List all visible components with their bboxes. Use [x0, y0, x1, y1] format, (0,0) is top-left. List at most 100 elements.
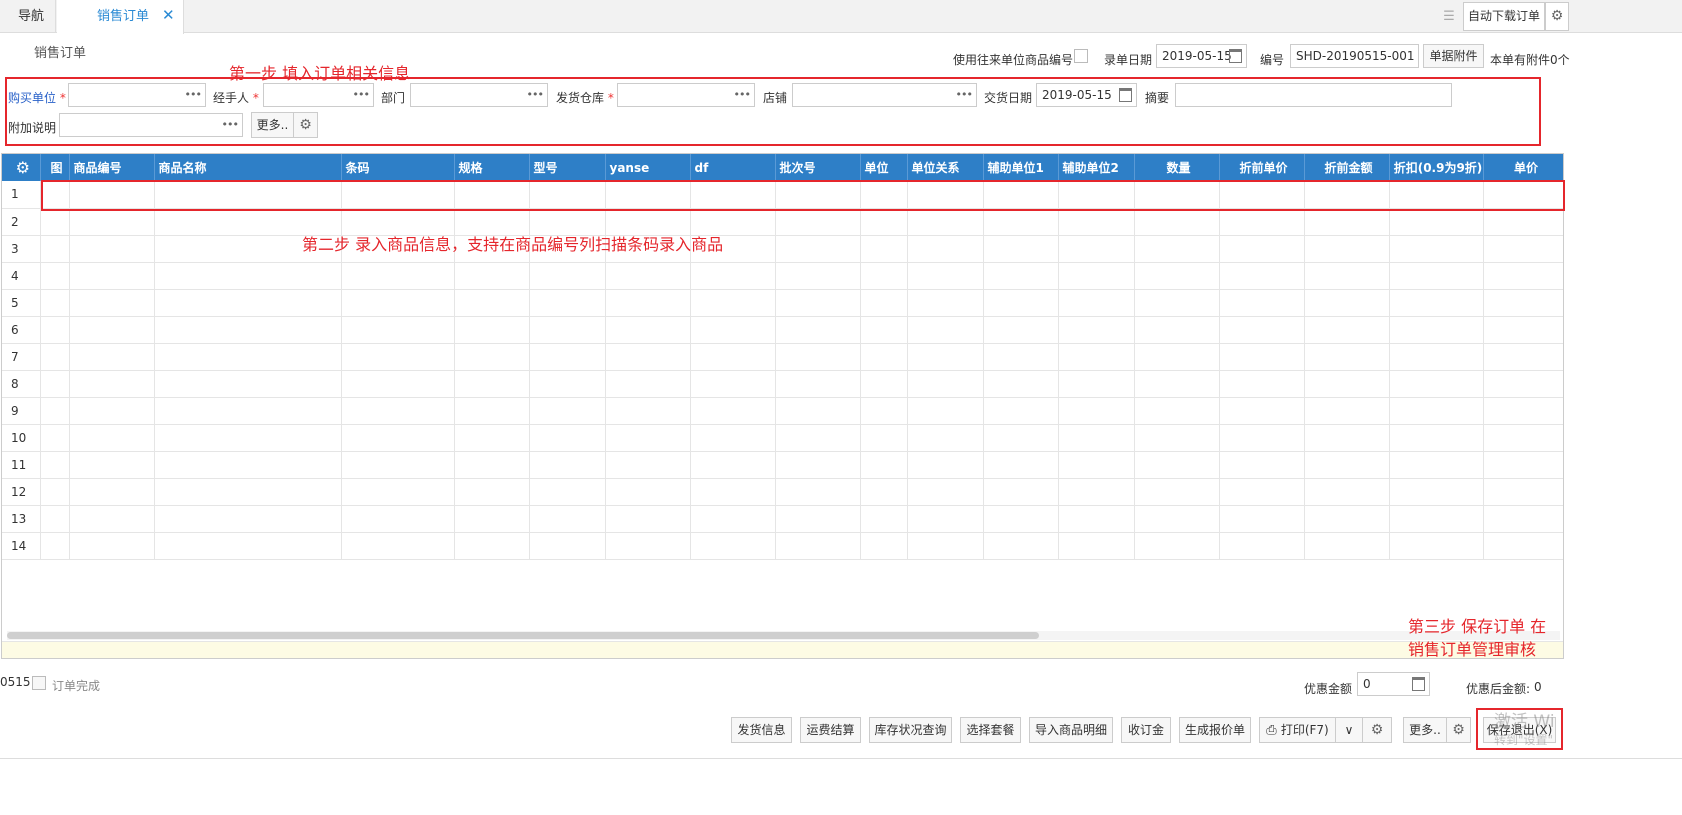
column-header[interactable]: 折前金额 — [1304, 154, 1390, 181]
buyer-input[interactable]: ••• — [68, 83, 206, 107]
grid-cell[interactable] — [1134, 478, 1220, 506]
grid-cell[interactable] — [1219, 397, 1305, 425]
grid-cell[interactable] — [690, 451, 776, 479]
grid-cell[interactable] — [1304, 397, 1390, 425]
grid-cell[interactable] — [1483, 451, 1563, 479]
table-row[interactable]: 13 — [2, 505, 1563, 533]
grid-cell[interactable] — [154, 478, 342, 506]
grid-cell[interactable] — [605, 451, 691, 479]
grid-cell[interactable] — [454, 424, 530, 452]
deposit-button[interactable]: 收订金 — [1121, 717, 1171, 743]
inventory-query-button[interactable]: 库存状况查询 — [869, 717, 952, 743]
ellipsis-icon[interactable]: ••• — [527, 84, 544, 106]
grid-cell[interactable] — [860, 316, 908, 344]
grid-cell[interactable] — [775, 262, 861, 290]
grid-cell[interactable] — [775, 235, 861, 263]
grid-cell[interactable] — [860, 289, 908, 317]
grid-cell[interactable] — [529, 316, 606, 344]
grid-cell[interactable] — [907, 235, 984, 263]
summary-input[interactable] — [1175, 83, 1452, 107]
grid-cell[interactable] — [1219, 370, 1305, 398]
grid-cell[interactable] — [690, 532, 776, 560]
grid-cell[interactable] — [1134, 505, 1220, 533]
grid-cell[interactable] — [1058, 235, 1135, 263]
grid-cell[interactable] — [690, 397, 776, 425]
import-items-button[interactable]: 导入商品明细 — [1029, 717, 1113, 743]
grid-cell[interactable] — [1058, 262, 1135, 290]
grid-cell[interactable] — [605, 532, 691, 560]
grid-cell[interactable] — [454, 343, 530, 371]
grid-cell[interactable] — [1134, 397, 1220, 425]
grid-cell[interactable] — [529, 505, 606, 533]
grid-cell[interactable] — [1219, 262, 1305, 290]
column-header[interactable]: 辅助单位2 — [1058, 154, 1135, 181]
grid-cell[interactable] — [69, 343, 155, 371]
grid-cell[interactable] — [154, 451, 342, 479]
grid-cell[interactable] — [983, 289, 1059, 317]
column-header[interactable]: 商品名称 — [154, 154, 342, 181]
grid-cell[interactable] — [907, 397, 984, 425]
grid-settings-gear-icon[interactable]: ⚙ — [2, 154, 41, 181]
grid-cell[interactable] — [1483, 208, 1563, 236]
grid-cell[interactable] — [341, 316, 455, 344]
grid-cell[interactable] — [605, 316, 691, 344]
grid-cell[interactable] — [1304, 424, 1390, 452]
grid-cell[interactable] — [1304, 343, 1390, 371]
grid-cell[interactable] — [1483, 505, 1563, 533]
grid-cell[interactable] — [529, 343, 606, 371]
column-header[interactable]: 单位关系 — [907, 154, 984, 181]
grid-cell[interactable] — [860, 262, 908, 290]
grid-cell[interactable] — [69, 478, 155, 506]
grid-cell[interactable] — [40, 451, 70, 479]
table-row[interactable]: 14 — [2, 532, 1563, 560]
grid-cell[interactable] — [605, 424, 691, 452]
grid-cell[interactable] — [454, 289, 530, 317]
grid-cell[interactable] — [983, 208, 1059, 236]
grid-cell[interactable] — [40, 235, 70, 263]
discount-amount-input[interactable]: 0 — [1357, 672, 1430, 696]
grid-cell[interactable] — [529, 397, 606, 425]
grid-cell[interactable] — [860, 235, 908, 263]
grid-cell[interactable] — [1304, 235, 1390, 263]
table-row[interactable]: 2 — [2, 208, 1563, 236]
grid-cell[interactable] — [341, 397, 455, 425]
grid-cell[interactable] — [1483, 424, 1563, 452]
column-header[interactable]: 商品编号 — [69, 154, 155, 181]
grid-cell[interactable] — [454, 316, 530, 344]
grid-cell[interactable] — [1389, 262, 1484, 290]
grid-cell[interactable] — [529, 262, 606, 290]
grid-cell[interactable] — [1058, 208, 1135, 236]
grid-cell[interactable] — [1134, 208, 1220, 236]
grid-cell[interactable] — [1134, 262, 1220, 290]
grid-cell[interactable] — [1389, 532, 1484, 560]
grid-cell[interactable] — [40, 316, 70, 344]
grid-cell[interactable] — [69, 235, 155, 263]
grid-cell[interactable] — [983, 316, 1059, 344]
grid-cell[interactable] — [1219, 505, 1305, 533]
grid-cell[interactable] — [154, 262, 342, 290]
grid-cell[interactable] — [1389, 235, 1484, 263]
grid-cell[interactable] — [907, 343, 984, 371]
grid-cell[interactable] — [983, 478, 1059, 506]
grid-cell[interactable] — [69, 505, 155, 533]
grid-cell[interactable] — [454, 397, 530, 425]
grid-cell[interactable] — [775, 397, 861, 425]
grid-cell[interactable] — [690, 505, 776, 533]
grid-cell[interactable] — [775, 370, 861, 398]
use-partner-code-checkbox[interactable] — [1074, 49, 1088, 63]
grid-cell[interactable] — [860, 208, 908, 236]
grid-cell[interactable] — [1483, 262, 1563, 290]
grid-cell[interactable] — [907, 424, 984, 452]
grid-cell[interactable] — [154, 316, 342, 344]
column-header[interactable]: 折前单价 — [1219, 154, 1305, 181]
grid-cell[interactable] — [341, 289, 455, 317]
gear-icon[interactable]: ⚙ — [1545, 2, 1569, 31]
table-row[interactable]: 11 — [2, 451, 1563, 479]
grid-cell[interactable] — [40, 532, 70, 560]
grid-cell[interactable] — [605, 397, 691, 425]
grid-cell[interactable] — [529, 478, 606, 506]
grid-cell[interactable] — [1134, 316, 1220, 344]
grid-cell[interactable] — [1219, 208, 1305, 236]
grid-cell[interactable] — [775, 532, 861, 560]
shop-input[interactable]: ••• — [792, 83, 977, 107]
